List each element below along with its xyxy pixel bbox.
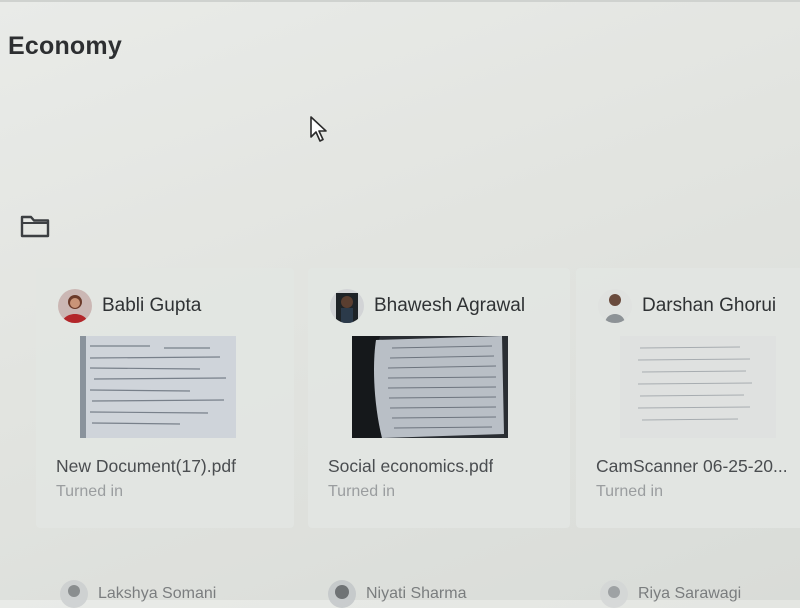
mouse-pointer-icon <box>310 116 327 142</box>
submission-card[interactable]: Bhawesh Agrawal Social economics.pdf Tur… <box>308 268 570 528</box>
file-name-link[interactable]: Social economics.pdf <box>328 456 493 477</box>
student-name: Niyati Sharma <box>366 585 467 602</box>
student-name: Lakshya Somani <box>98 585 217 602</box>
student-header[interactable]: Lakshya Somani <box>60 580 217 608</box>
avatar <box>330 289 364 323</box>
student-name: Babli Gupta <box>102 295 202 316</box>
student-name: Riya Sarawagi <box>638 585 742 602</box>
student-header[interactable]: Riya Sarawagi <box>600 580 742 608</box>
student-header: Darshan Ghorui <box>598 288 776 324</box>
status-label: Turned in <box>56 483 123 500</box>
file-thumbnail[interactable] <box>80 336 236 438</box>
avatar <box>328 580 356 608</box>
student-header: Babli Gupta <box>58 288 201 324</box>
avatar <box>600 580 628 608</box>
student-name: Darshan Ghorui <box>642 295 777 316</box>
student-header[interactable]: Niyati Sharma <box>328 580 467 608</box>
status-label: Turned in <box>328 483 395 500</box>
student-name: Bhawesh Agrawal <box>374 295 526 316</box>
folder-icon[interactable] <box>20 213 50 239</box>
top-divider <box>0 0 800 2</box>
submission-card[interactable]: Darshan Ghorui CamScanner 06-25-20... Tu… <box>576 268 800 528</box>
file-name-link[interactable]: CamScanner 06-25-20... <box>596 456 788 477</box>
file-thumbnail[interactable] <box>620 336 776 438</box>
file-thumbnail[interactable] <box>352 336 508 438</box>
avatar <box>60 580 88 608</box>
avatar <box>598 289 632 323</box>
status-label: Turned in <box>596 483 663 500</box>
file-name-link[interactable]: New Document(17).pdf <box>56 456 236 477</box>
student-header: Bhawesh Agrawal <box>330 288 525 324</box>
avatar <box>58 289 92 323</box>
submission-card[interactable]: Babli Gupta New Document(17).pdf Turned … <box>36 268 294 528</box>
page-title: Economy <box>8 32 122 60</box>
